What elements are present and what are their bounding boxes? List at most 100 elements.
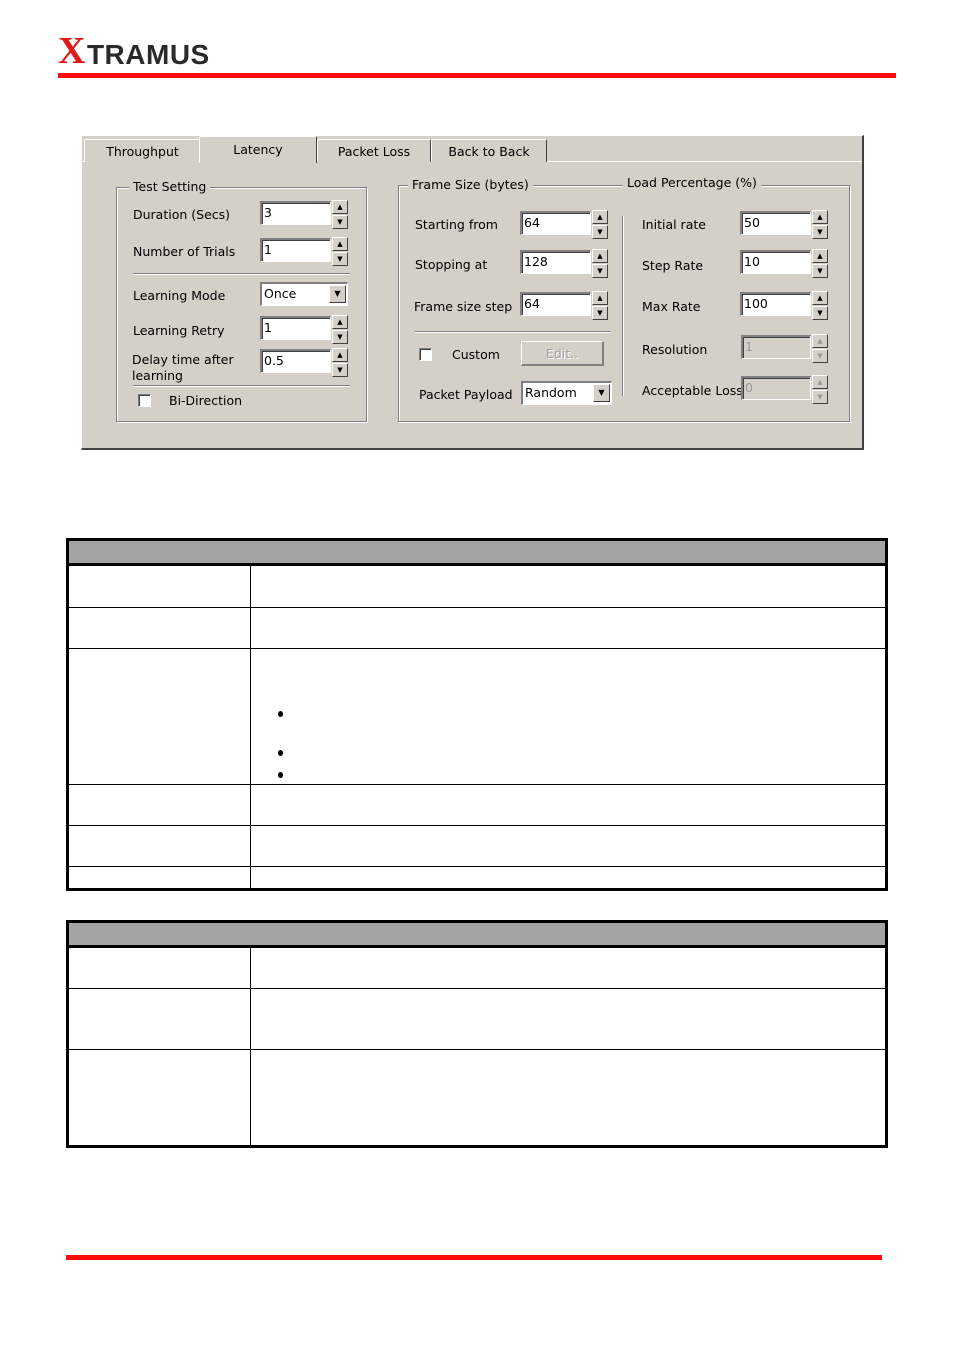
spin-up-icon: ▲ [812, 334, 828, 348]
spin-down-icon[interactable]: ▼ [812, 225, 828, 239]
tab-packet-loss[interactable]: Packet Loss [317, 139, 431, 162]
table-row [69, 989, 885, 1050]
table-row [69, 785, 885, 826]
spin-down-icon[interactable]: ▼ [812, 264, 828, 278]
delay-input[interactable]: 0.5 [260, 349, 331, 373]
spin-down-icon[interactable]: ▼ [592, 306, 608, 320]
xtramus-logo: X TRAMUS [58, 30, 210, 70]
spin-up-icon[interactable]: ▲ [812, 291, 828, 305]
spin-up-icon[interactable]: ▲ [332, 237, 348, 251]
frame-size-step-spinner[interactable]: ▲ ▼ [592, 291, 608, 321]
table-cell-desc [252, 566, 885, 607]
spin-down-icon[interactable]: ▼ [332, 363, 348, 377]
test-setting-group: Test Setting Duration (Secs) 3 ▲ ▼ Numbe… [116, 179, 367, 422]
duration-input[interactable]: 3 [260, 201, 331, 225]
bullet-icon [278, 711, 283, 717]
edit-button[interactable]: Edit.. [521, 341, 604, 366]
table-cell-label [69, 649, 251, 784]
chevron-down-icon[interactable]: ▼ [593, 384, 610, 402]
frame-size-step-label: Frame size step [414, 299, 513, 314]
table-row [69, 1050, 885, 1145]
table-cell-desc [252, 826, 885, 866]
spin-down-icon[interactable]: ▼ [812, 306, 828, 320]
initial-rate-spinner[interactable]: ▲ ▼ [812, 210, 828, 240]
frame-size-load-group: Frame Size (bytes) Load Percentage (%) S… [398, 175, 850, 422]
separator [415, 331, 611, 333]
table-row [69, 867, 885, 888]
header-rule [58, 73, 896, 78]
custom-checkbox[interactable] [419, 348, 432, 361]
table-row [69, 948, 885, 989]
logo-text: TRAMUS [86, 39, 210, 70]
spin-up-icon[interactable]: ▲ [332, 348, 348, 362]
spin-up-icon[interactable]: ▲ [332, 315, 348, 329]
table-row [69, 566, 885, 608]
spin-up-icon[interactable]: ▲ [592, 291, 608, 305]
table-row [69, 649, 885, 785]
spin-down-icon[interactable]: ▼ [332, 330, 348, 344]
spin-down-icon: ▼ [812, 390, 828, 404]
tab-latency[interactable]: Latency [199, 136, 317, 163]
spin-up-icon[interactable]: ▲ [592, 249, 608, 263]
step-rate-input[interactable]: 10 [740, 250, 811, 274]
table-cell-desc [252, 649, 885, 784]
trials-spinner[interactable]: ▲ ▼ [332, 237, 348, 267]
separator [133, 273, 350, 275]
bidirection-checkbox[interactable] [138, 394, 151, 407]
stopping-at-spinner[interactable]: ▲ ▼ [592, 249, 608, 279]
frame-size-title: Frame Size (bytes) [408, 177, 533, 192]
spin-down-icon[interactable]: ▼ [332, 252, 348, 266]
spin-down-icon[interactable]: ▼ [592, 225, 608, 239]
max-rate-label: Max Rate [642, 299, 701, 314]
learning-retry-spinner[interactable]: ▲ ▼ [332, 315, 348, 345]
trials-input[interactable]: 1 [260, 238, 331, 262]
max-rate-input[interactable]: 100 [740, 292, 811, 316]
packet-payload-value: Random [525, 385, 577, 400]
table-cell-label [69, 826, 251, 866]
custom-label: Custom [452, 347, 500, 362]
spin-up-icon[interactable]: ▲ [812, 249, 828, 263]
packet-payload-select[interactable]: Random ▼ [521, 381, 612, 405]
initial-rate-label: Initial rate [642, 217, 706, 232]
learning-mode-value: Once [264, 286, 297, 301]
tab-back-to-back[interactable]: Back to Back [431, 139, 547, 162]
packet-payload-label: Packet Payload [419, 387, 513, 402]
resolution-spinner: ▲ ▼ [812, 334, 828, 364]
trials-label: Number of Trials [133, 244, 236, 259]
tab-throughput[interactable]: Throughput [84, 139, 201, 162]
table-cell-label [69, 785, 251, 825]
delay-spinner[interactable]: ▲ ▼ [332, 348, 348, 378]
spin-up-icon[interactable]: ▲ [332, 200, 348, 214]
learning-mode-label: Learning Mode [133, 288, 226, 303]
spin-down-icon: ▼ [812, 349, 828, 363]
spin-up-icon[interactable]: ▲ [812, 210, 828, 224]
vertical-separator [622, 216, 624, 396]
spin-up-icon[interactable]: ▲ [592, 210, 608, 224]
spin-up-icon: ▲ [812, 375, 828, 389]
starting-from-label: Starting from [415, 217, 498, 232]
duration-label: Duration (Secs) [133, 207, 231, 222]
resolution-input: 1 [741, 335, 811, 359]
max-rate-spinner[interactable]: ▲ ▼ [812, 291, 828, 321]
frame-size-step-input[interactable]: 64 [520, 292, 591, 316]
learning-retry-input[interactable]: 1 [260, 316, 331, 340]
duration-spinner[interactable]: ▲ ▼ [332, 200, 348, 230]
table-row [69, 608, 885, 649]
learning-mode-select[interactable]: Once ▼ [260, 282, 348, 306]
starting-from-spinner[interactable]: ▲ ▼ [592, 210, 608, 240]
spin-down-icon[interactable]: ▼ [592, 264, 608, 278]
logo-x: X [58, 30, 86, 72]
table-cell-desc [252, 608, 885, 648]
starting-from-input[interactable]: 64 [520, 211, 591, 235]
stopping-at-input[interactable]: 128 [520, 250, 591, 274]
table-cell-label [69, 1050, 251, 1145]
load-percentage-title: Load Percentage (%) [623, 175, 761, 190]
bidirection-label: Bi-Direction [169, 393, 243, 408]
delay-label-line2: learning [132, 368, 183, 383]
resolution-label: Resolution [642, 342, 708, 357]
chevron-down-icon[interactable]: ▼ [329, 285, 346, 303]
initial-rate-input[interactable]: 50 [740, 211, 811, 235]
footer-rule [66, 1255, 882, 1260]
step-rate-spinner[interactable]: ▲ ▼ [812, 249, 828, 279]
spin-down-icon[interactable]: ▼ [332, 215, 348, 229]
